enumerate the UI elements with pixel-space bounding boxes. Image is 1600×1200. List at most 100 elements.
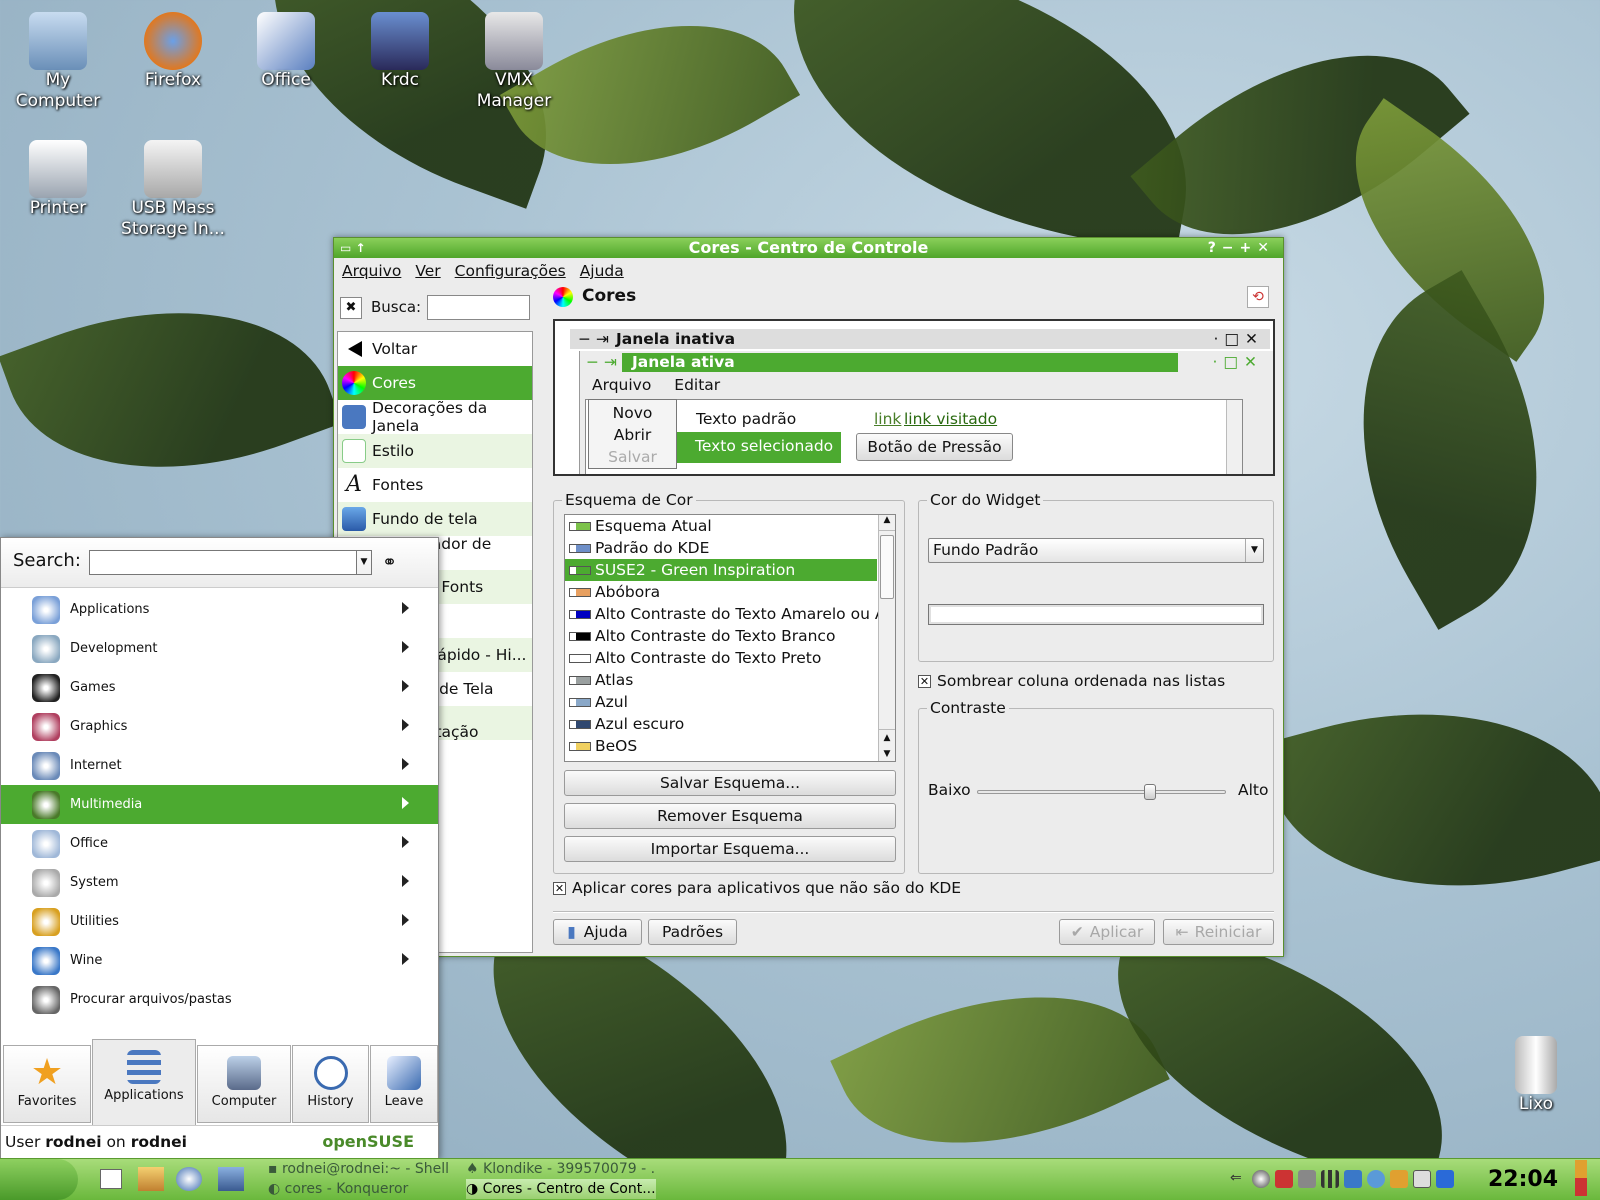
window-menu-icon[interactable]: ▭ ↑: [340, 238, 366, 258]
task-control-center[interactable]: ◑ Cores - Centro de Cont...: [466, 1179, 656, 1199]
tray-battery-icon[interactable]: [1575, 1160, 1587, 1196]
widget-color-select[interactable]: Fundo Padrão ▼: [928, 538, 1264, 563]
chevron-right-icon: [402, 680, 409, 692]
active-window-titlebar: − ⇥ Janela ativa ·□✕: [586, 353, 1263, 372]
task-konqueror[interactable]: ◐ cores - Konqueror: [268, 1179, 458, 1199]
sidebar-item-decoracoes[interactable]: Decorações da Janela: [338, 399, 532, 435]
menu-arquivo[interactable]: Arquivo: [342, 262, 401, 280]
scheme-list-item[interactable]: Alto Contraste do Texto Branco: [565, 625, 877, 647]
kmenu-item-applications[interactable]: Applications: [1, 590, 438, 629]
sidebar-item-fontes[interactable]: A Fontes: [338, 468, 532, 502]
desktop-icon-vmx-manager[interactable]: VMX Manager: [459, 6, 569, 112]
tray-usb-icon[interactable]: [1298, 1170, 1316, 1188]
scheme-list-item[interactable]: SUSE2 - Green Inspiration: [565, 559, 877, 581]
scheme-list-item[interactable]: Alto Contraste do Texto Preto: [565, 647, 877, 669]
kmenu-item-wine[interactable]: Wine: [1, 941, 438, 980]
scheme-list-item[interactable]: BeOS: [565, 735, 877, 757]
defaults-button[interactable]: Padrões: [648, 919, 737, 945]
tray-arrow-icon[interactable]: ⇐: [1230, 1170, 1248, 1188]
desktop-icon-trash[interactable]: Lixo: [1488, 1030, 1584, 1115]
tab-computer[interactable]: Computer: [197, 1045, 291, 1123]
tab-leave[interactable]: Leave: [370, 1045, 438, 1123]
kmenu-item-development[interactable]: Development: [1, 629, 438, 668]
contrast-slider-handle[interactable]: [1143, 784, 1156, 800]
scroll-down-icon[interactable]: ▲ ▼: [879, 729, 895, 761]
kmenu-launcher-icon[interactable]: [0, 1159, 78, 1200]
kmenu-item-office[interactable]: Office: [1, 824, 438, 863]
tray-mail-icon[interactable]: [1413, 1170, 1431, 1188]
remove-scheme-button[interactable]: Remover Esquema: [564, 803, 896, 829]
help-button[interactable]: ▮ Ajuda: [553, 919, 642, 945]
kmenu-search-dropdown-icon[interactable]: ▼: [356, 550, 372, 575]
reset-button[interactable]: ⇤ Reiniciar: [1163, 919, 1274, 945]
show-desktop-icon[interactable]: [100, 1169, 122, 1189]
window-titlebar[interactable]: ▭ ↑ Cores - Centro de Controle ?−+✕: [334, 238, 1283, 258]
reset-module-icon[interactable]: ⟲: [1247, 286, 1269, 308]
desktop-icon-printer[interactable]: Printer: [3, 134, 113, 219]
scheme-list-item[interactable]: Abóbora: [565, 581, 877, 603]
scroll-up-icon[interactable]: ▲: [879, 515, 895, 531]
scheme-list-item[interactable]: Alto Contraste do Texto Amarelo ou Azul: [565, 603, 895, 625]
desktop-icon-usb-storage[interactable]: USB Mass Storage In...: [118, 134, 228, 240]
tray-network-icon[interactable]: [1252, 1170, 1270, 1188]
task-klondike[interactable]: ♠ Klondike - 399570079 - ...: [466, 1159, 656, 1179]
kmenu-search-input[interactable]: [89, 550, 357, 575]
kmenu-item-games[interactable]: Games: [1, 668, 438, 707]
checked-icon: ✕: [553, 881, 566, 895]
color-preview: − ⇥ Janela inativa ·□✕ − ⇥ Janela ativa …: [553, 319, 1275, 476]
scheme-scrollbar[interactable]: ▲ ▲ ▼: [878, 515, 895, 761]
desktop-icon-krdc[interactable]: Krdc: [345, 6, 455, 91]
tray-signal-icon[interactable]: [1321, 1170, 1339, 1188]
contrast-slider[interactable]: [977, 784, 1226, 800]
desktop-icon-office[interactable]: Office: [231, 6, 341, 91]
tray-klipper-icon[interactable]: [1367, 1170, 1385, 1188]
import-scheme-button[interactable]: Importar Esquema...: [564, 836, 896, 862]
binoculars-icon[interactable]: ⚭: [382, 552, 397, 573]
window-controls[interactable]: ?−+✕: [1208, 238, 1275, 258]
widget-color-swatch[interactable]: [928, 604, 1264, 625]
file-manager-icon[interactable]: [218, 1167, 244, 1191]
menu-configuracoes[interactable]: Configurações: [455, 262, 566, 280]
home-icon[interactable]: [138, 1167, 164, 1191]
clock[interactable]: 22:04: [1488, 1167, 1558, 1192]
kmenu-item-internet[interactable]: Internet: [1, 746, 438, 785]
scheme-list-item[interactable]: Padrão do KDE: [565, 537, 877, 559]
menu-ajuda[interactable]: Ajuda: [580, 262, 624, 280]
scheme-list-item[interactable]: Azul escuro: [565, 713, 877, 735]
tray-folder-icon[interactable]: [1390, 1170, 1408, 1188]
scheme-list-item[interactable]: Atlas: [565, 669, 877, 691]
sidebar-item-fundo[interactable]: Fundo de tela: [338, 502, 532, 536]
scheme-list-item[interactable]: Azul: [565, 691, 877, 713]
tab-applications[interactable]: Applications: [92, 1039, 196, 1125]
scheme-list-item[interactable]: Esquema Atual: [565, 515, 877, 537]
menu-ver[interactable]: Ver: [415, 262, 440, 280]
undo-icon: ⇤: [1175, 923, 1189, 941]
sidebar-item-voltar[interactable]: Voltar: [338, 332, 532, 366]
konqueror-icon[interactable]: [176, 1167, 202, 1191]
my-computer-icon: [29, 12, 87, 70]
kmenu-item-system[interactable]: System: [1, 863, 438, 902]
tab-history[interactable]: History: [292, 1045, 369, 1123]
task-shell[interactable]: ▪ rodnei@rodnei:~ - Shell: [268, 1159, 458, 1179]
desktop-icon-my-computer[interactable]: My Computer: [3, 6, 113, 112]
apply-nonkde-checkbox[interactable]: ✕ Aplicar cores para aplicativos que não…: [553, 879, 961, 897]
clear-search-icon[interactable]: ✖: [340, 297, 362, 319]
scheme-list[interactable]: Esquema Atual Padrão do KDE SUSE2 - Green …: [564, 514, 896, 762]
search-input[interactable]: [427, 295, 530, 320]
tray-download-icon[interactable]: [1436, 1170, 1454, 1188]
scroll-thumb[interactable]: [880, 535, 894, 599]
kmenu-item-find-files[interactable]: Procurar arquivos/pastas: [1, 980, 438, 1019]
kmenu-item-utilities[interactable]: Utilities: [1, 902, 438, 941]
apply-button[interactable]: ✔ Aplicar: [1059, 919, 1155, 945]
kmenu-footer: User rodnei on rodnei openSUSE: [1, 1125, 438, 1159]
desktop-icon-firefox[interactable]: Firefox: [118, 6, 228, 91]
tab-favorites[interactable]: ★ Favorites: [3, 1045, 91, 1123]
kmenu-item-graphics[interactable]: Graphics: [1, 707, 438, 746]
tray-updater-icon[interactable]: [1275, 1170, 1293, 1188]
sidebar-item-estilo[interactable]: Estilo: [338, 434, 532, 468]
save-scheme-button[interactable]: Salvar Esquema...: [564, 770, 896, 796]
tray-window-icon[interactable]: [1344, 1170, 1362, 1188]
kmenu-item-multimedia[interactable]: Multimedia: [1, 785, 438, 824]
sidebar-item-cores[interactable]: Cores: [338, 366, 532, 400]
shade-column-checkbox[interactable]: ✕ Sombrear coluna ordenada nas listas: [918, 672, 1225, 690]
